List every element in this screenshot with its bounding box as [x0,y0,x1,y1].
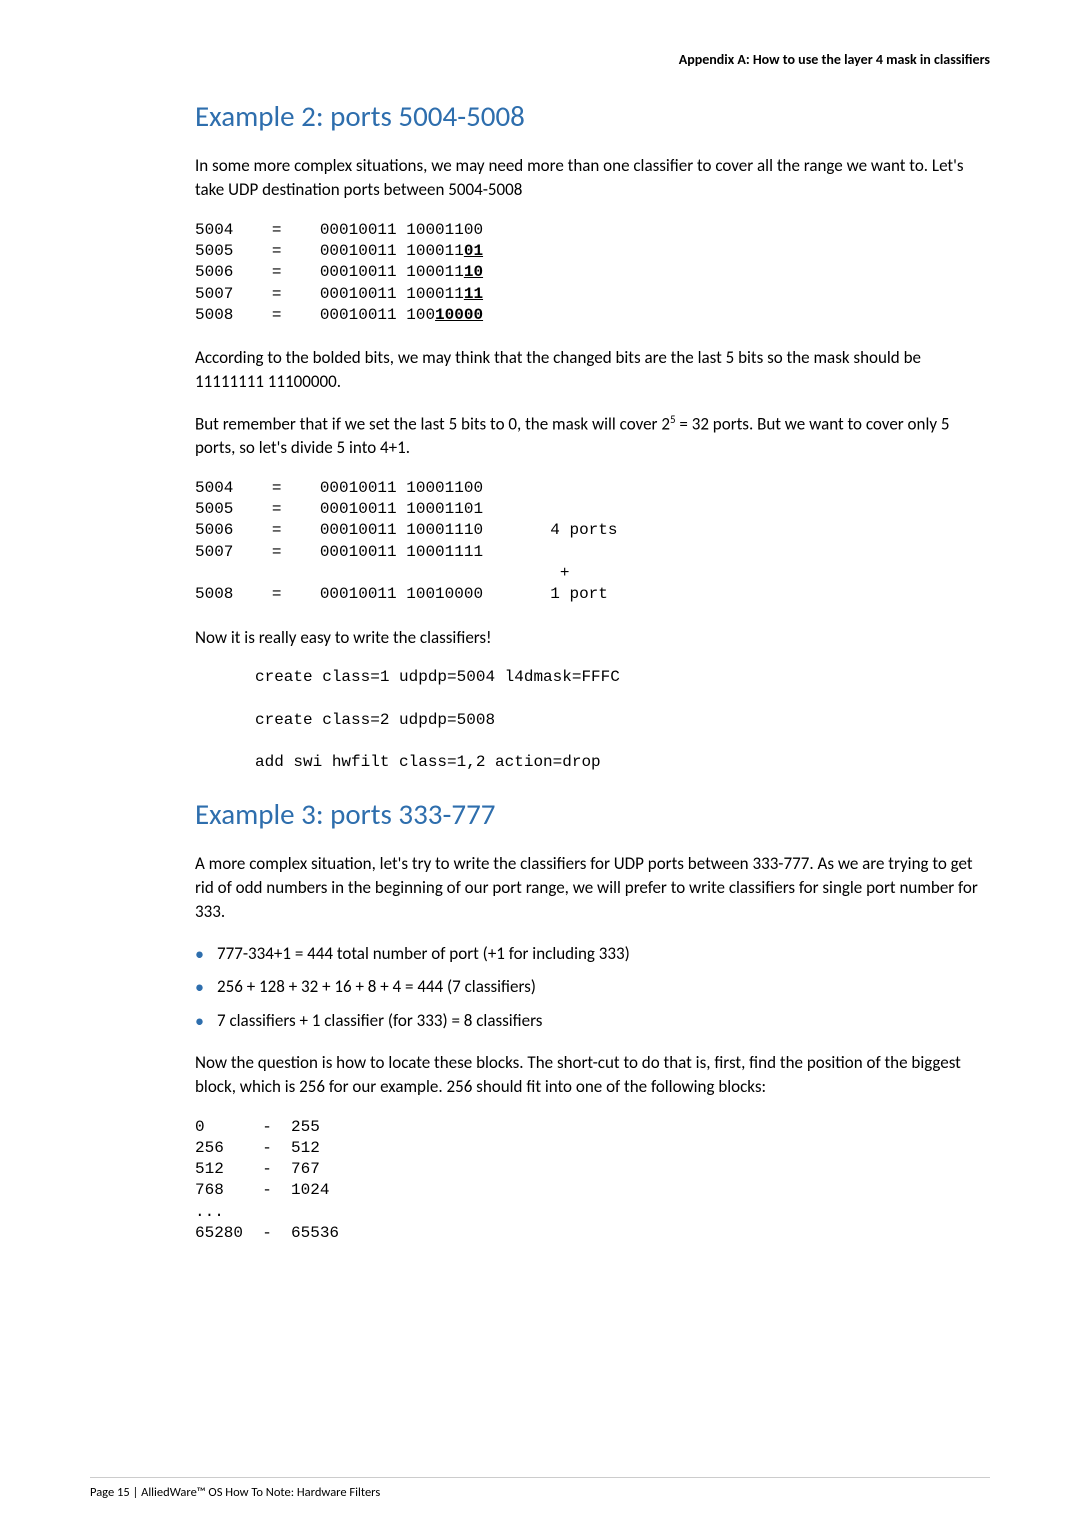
code-highlight: 01 [464,242,483,260]
list-item: 777-334+1 = 444 total number of port (+1… [195,942,990,966]
code-block-s1c1: 5004 = 00010011 10001100 5005 = 00010011… [195,220,990,326]
list-item: 256 + 128 + 32 + 16 + 8 + 4 = 444 (7 cla… [195,975,990,999]
paragraph-s1p4: Now it is really easy to write the class… [195,626,990,650]
code-block-s1c2: 5004 = 00010011 10001100 5005 = 00010011… [195,478,990,606]
paragraph-s1p3: But remember that if we set the last 5 b… [195,412,990,460]
paragraph-s1p2: According to the bolded bits, we may thi… [195,346,990,394]
code-line: 5007 = 00010011 100011 [195,285,464,303]
code-line: 5004 = 00010011 10001100 [195,221,483,239]
section-title-example2: Example 2: ports 5004-5008 [195,96,990,137]
paragraph-s2p1: A more complex situation, let's try to w… [195,852,990,923]
paragraph-s2p2: Now the question is how to locate these … [195,1051,990,1099]
code-highlight: 11 [464,285,483,303]
code-block-s1c3: create class=1 udpdp=5004 l4dmask=FFFC c… [255,667,990,773]
running-head: Appendix A: How to use the layer 4 mask … [90,50,990,70]
footer-text: Page 15 | AlliedWare™ OS How To Note: Ha… [90,1485,380,1500]
list-item: 7 classifiers + 1 classifier (for 333) =… [195,1009,990,1033]
bullet-list: 777-334+1 = 444 total number of port (+1… [195,942,990,1033]
paragraph-s1p1: In some more complex situations, we may … [195,154,990,202]
code-line: 5006 = 00010011 100011 [195,263,464,281]
code-line: 5005 = 00010011 100011 [195,242,464,260]
section-title-example3: Example 3: ports 333-777 [195,794,990,835]
code-highlight: 10000 [435,306,483,324]
code-line: 5008 = 00010011 100 [195,306,435,324]
footer-rule [90,1477,990,1478]
text-span: But remember that if we set the last 5 b… [195,413,670,434]
page-footer: Page 15 | AlliedWare™ OS How To Note: Ha… [0,1477,1080,1502]
code-highlight: 10 [464,263,483,281]
code-block-s2c1: 0 - 255 256 - 512 512 - 767 768 - 1024 .… [195,1117,990,1245]
